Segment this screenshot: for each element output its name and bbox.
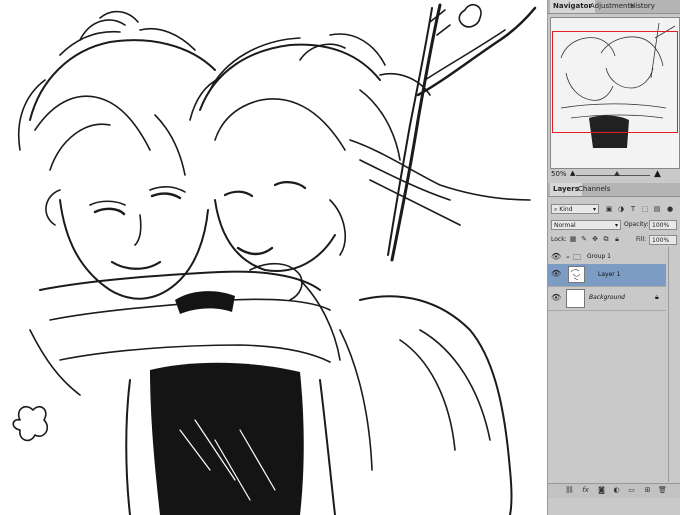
navigator-tab-bar: Navigator Adjustments History: [548, 0, 680, 14]
layer-thumbnail: [566, 289, 585, 308]
layer-thumbnail: [568, 266, 585, 283]
layer-thumbnail-art: [570, 269, 581, 281]
eye-icon[interactable]: 👁︎: [551, 270, 561, 278]
layers-tab-bar: Layers Channels: [548, 183, 680, 197]
fill-value: 100%: [652, 237, 670, 244]
lock-label: Lock:: [551, 236, 567, 243]
zoom-slider-thumb[interactable]: [613, 171, 620, 176]
blend-mode-value: Normal: [554, 222, 576, 229]
adjustment-icon[interactable]: ◐: [612, 486, 621, 495]
mask-icon[interactable]: ◙: [597, 486, 606, 495]
lock-brush-icon[interactable]: ✎: [580, 235, 588, 243]
layer-row-layer1[interactable]: 👁︎ Layer 1: [548, 264, 666, 287]
shape-filter-icon[interactable]: ⬚: [641, 205, 649, 213]
smart-object-filter-icon[interactable]: ▤: [653, 205, 661, 213]
lock-all-icon[interactable]: 🔒︎: [613, 235, 621, 243]
layer-filter-select[interactable]: ⌕ Kind ▾: [551, 204, 599, 214]
lock-transparent-icon[interactable]: ▦: [569, 235, 577, 243]
chevron-down-icon[interactable]: ⌄: [565, 252, 571, 260]
lock-icon: 🔒︎: [655, 293, 659, 301]
layer-name: Group 1: [587, 253, 611, 260]
new-layer-icon[interactable]: ⊞: [643, 486, 652, 495]
type-filter-icon[interactable]: T: [629, 205, 637, 213]
eye-icon[interactable]: 👁︎: [551, 253, 561, 261]
lock-artboard-icon[interactable]: ⧉: [602, 235, 610, 243]
opacity-label: Opacity:: [624, 221, 649, 228]
layer-row-background[interactable]: 👁︎ Background 🔒︎: [548, 286, 666, 311]
link-icon[interactable]: ⛓︎: [565, 486, 574, 495]
layer-name: Background: [589, 294, 625, 301]
search-icon: ⌕: [554, 206, 558, 213]
layers-list: 👁︎ ⌄ 🗀︎ Group 1 👁︎ Layer 1 👁︎ Background…: [548, 247, 668, 483]
filter-kind-label: Kind: [559, 206, 573, 213]
navigator-view-box[interactable]: [552, 31, 678, 133]
drawing-canvas[interactable]: [0, 0, 547, 515]
navigator-preview[interactable]: [550, 17, 680, 169]
fill-label: Fill:: [636, 236, 647, 243]
right-panel: Navigator Adjustments History 50% ▲ ▲ La…: [548, 0, 680, 515]
chevron-down-icon: ▾: [592, 206, 596, 213]
fill-field[interactable]: 100%: [649, 235, 677, 245]
folder-icon[interactable]: ▭: [627, 486, 636, 495]
zoom-in-icon[interactable]: ▲: [654, 169, 661, 179]
adjustment-filter-icon[interactable]: ◑: [617, 205, 625, 213]
tab-history[interactable]: History: [627, 0, 658, 13]
filter-toggle-icon[interactable]: ●: [666, 205, 674, 213]
opacity-field[interactable]: 100%: [649, 220, 677, 230]
sketch-artwork: [12, 3, 537, 515]
zoom-value[interactable]: 50%: [551, 170, 567, 178]
layers-bottom-bar: ⛓︎ fx ◙ ◐ ▭ ⊞ 🗑︎: [548, 483, 680, 498]
opacity-value: 100%: [652, 222, 670, 229]
eye-icon[interactable]: 👁︎: [551, 294, 561, 302]
lock-position-icon[interactable]: ✥: [591, 235, 599, 243]
layers-scrollbar[interactable]: [668, 247, 680, 482]
chevron-down-icon: ▾: [614, 222, 618, 229]
zoom-row: 50% ▲ ▲: [548, 169, 680, 181]
fx-icon[interactable]: fx: [581, 486, 590, 495]
blend-mode-select[interactable]: Normal ▾: [551, 220, 621, 230]
pixel-filter-icon[interactable]: ▣: [605, 205, 613, 213]
layer-name: Layer 1: [598, 271, 621, 278]
zoom-out-icon[interactable]: ▲: [570, 169, 575, 177]
tab-channels[interactable]: Channels: [575, 183, 613, 196]
trash-icon[interactable]: 🗑︎: [658, 486, 667, 495]
